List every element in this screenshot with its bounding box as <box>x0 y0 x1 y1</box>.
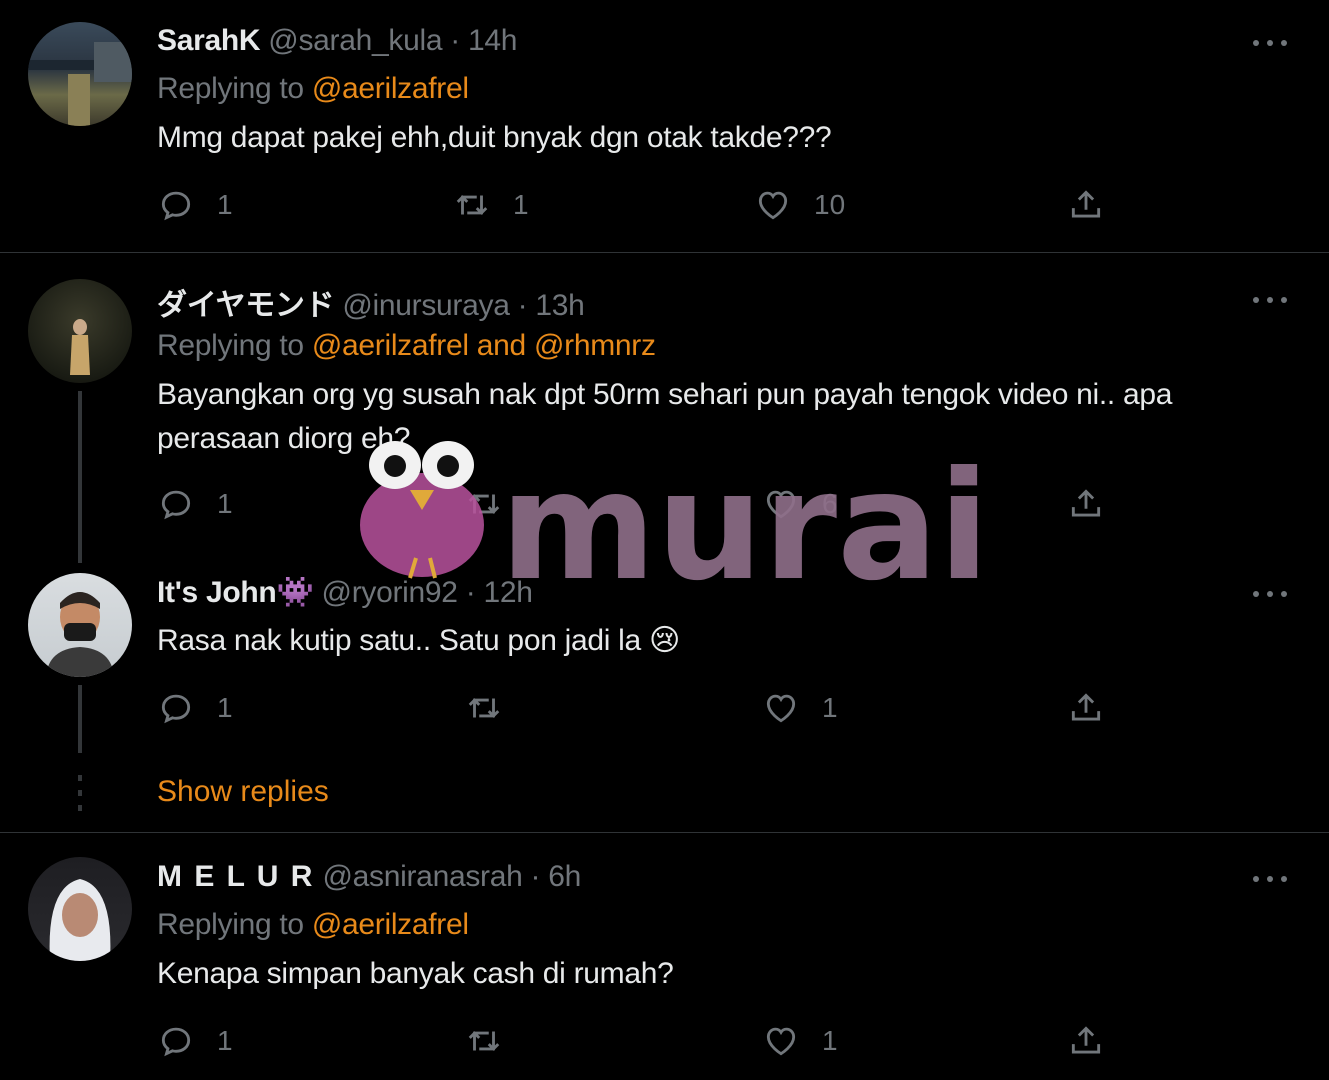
reply-count: 1 <box>217 189 233 220</box>
tweet-1[interactable]: SarahK @sarah_kula · 14h Replying to @ae… <box>0 0 1329 252</box>
reply-icon <box>161 694 191 724</box>
display-name[interactable]: It's John👾 <box>157 576 314 609</box>
reply-count: 1 <box>217 488 233 519</box>
reply-mention-link[interactable]: @aerilzafrel <box>312 908 469 941</box>
reply-icon <box>161 490 191 520</box>
heart-icon <box>758 191 788 220</box>
reply-button[interactable]: 1 <box>157 186 233 224</box>
tweet-text: Kenapa simpan banyak cash di rumah? <box>157 957 674 990</box>
tweet-text: Rasa nak kutip satu.. Satu pon jadi la 😢 <box>157 624 680 657</box>
timestamp[interactable]: 6h <box>548 860 581 893</box>
murai-watermark-logo: murai <box>360 440 980 590</box>
retweet-icon <box>468 698 500 718</box>
like-count: 1 <box>822 1025 838 1056</box>
share-button[interactable] <box>1067 186 1105 224</box>
reply-count: 1 <box>217 1025 233 1056</box>
share-button[interactable] <box>1067 485 1105 523</box>
avatar[interactable] <box>28 573 132 677</box>
separator-dot: · <box>450 24 460 57</box>
bird-mascot-icon <box>360 441 484 579</box>
avatar[interactable] <box>28 22 132 126</box>
share-icon <box>1071 693 1101 721</box>
reply-button[interactable]: 1 <box>157 689 233 727</box>
separator-dot: · <box>530 860 541 893</box>
retweet-button[interactable]: 1 <box>453 186 529 224</box>
retweet-icon <box>468 1031 500 1051</box>
separator-dot: · <box>517 289 528 322</box>
display-name[interactable]: SarahK <box>157 24 261 57</box>
timestamp[interactable]: 14h <box>468 24 517 57</box>
replying-to: Replying to @aerilzafrel <box>157 72 469 106</box>
like-button[interactable]: 10 <box>754 186 845 224</box>
share-button[interactable] <box>1067 689 1105 727</box>
thread-line <box>78 685 82 753</box>
like-count: 10 <box>814 189 846 220</box>
like-button[interactable]: 1 <box>762 689 838 727</box>
reply-icon <box>161 1027 191 1057</box>
avatar[interactable] <box>28 857 132 961</box>
tweet-4[interactable]: M E L U R @asniranasrah · 6h Replying to… <box>0 833 1329 1080</box>
like-button[interactable]: 1 <box>762 1022 838 1060</box>
tweet-actions: 1 1 10 <box>157 186 1117 226</box>
replying-to-label: Replying to <box>157 72 304 105</box>
tweet-3[interactable]: It's John👾 @ryorin92 · 12h Rasa nak kuti… <box>0 563 1329 831</box>
handle[interactable]: @inursuraya <box>342 289 510 322</box>
replying-to: Replying to @aerilzafrel and @rhmnrz <box>157 329 656 363</box>
retweet-button[interactable] <box>465 689 525 727</box>
handle[interactable]: @sarah_kula <box>268 24 442 57</box>
reply-mention-link[interactable]: @aerilzafrel and @rhmnrz <box>312 329 656 362</box>
thread-more-dots <box>77 775 83 820</box>
reply-icon <box>161 191 191 221</box>
share-button[interactable] <box>1067 1022 1105 1060</box>
more-options-icon[interactable] <box>1253 295 1287 305</box>
share-icon <box>1071 1026 1101 1054</box>
more-options-icon[interactable] <box>1253 874 1287 884</box>
tweet-text: Mmg dapat pakej ehh,duit bnyak dgn otak … <box>157 121 832 154</box>
timestamp[interactable]: 13h <box>535 289 584 322</box>
reply-button[interactable]: 1 <box>157 485 233 523</box>
avatar[interactable] <box>28 279 132 383</box>
display-name[interactable]: ダイヤモンド <box>157 289 335 322</box>
retweet-count: 1 <box>513 189 529 220</box>
more-options-icon[interactable] <box>1253 38 1287 48</box>
display-name[interactable]: M E L U R <box>157 860 314 893</box>
share-icon <box>1071 190 1101 218</box>
watermark-text: murai <box>500 440 980 590</box>
show-replies-link[interactable]: Show replies <box>157 775 329 809</box>
replying-to: Replying to @aerilzafrel <box>157 908 469 942</box>
handle[interactable]: @asniranasrah <box>323 860 523 893</box>
tweet-actions: 1 1 <box>157 1022 1117 1062</box>
replying-to-label: Replying to <box>157 908 304 941</box>
heart-icon <box>766 694 796 723</box>
share-icon <box>1071 489 1101 517</box>
reply-button[interactable]: 1 <box>157 1022 233 1060</box>
reply-count: 1 <box>217 692 233 723</box>
replying-to-label: Replying to <box>157 329 304 362</box>
more-options-icon[interactable] <box>1253 589 1287 599</box>
retweet-button[interactable] <box>465 1022 525 1060</box>
reply-mention-link[interactable]: @aerilzafrel <box>312 72 469 105</box>
tweet-actions: 1 1 <box>157 689 1117 729</box>
like-count: 1 <box>822 692 838 723</box>
thread-line <box>78 391 82 563</box>
retweet-icon <box>456 195 488 215</box>
heart-icon <box>766 1027 796 1056</box>
